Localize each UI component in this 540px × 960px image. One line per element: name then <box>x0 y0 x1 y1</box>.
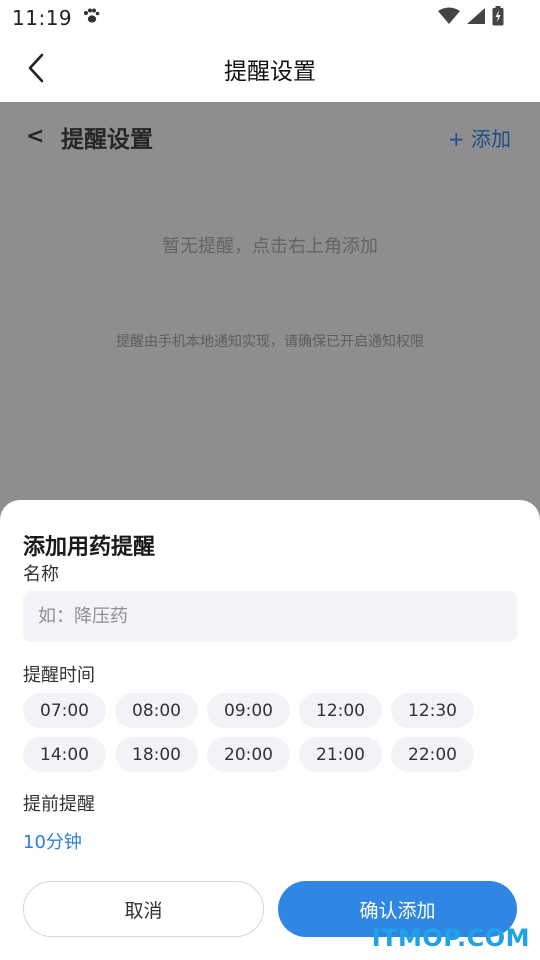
name-input[interactable] <box>23 591 517 642</box>
sheet-title: 添加用药提醒 <box>23 535 156 560</box>
time-chip[interactable]: 12:30 <box>391 693 474 728</box>
notification-notice: 提醒由手机本地通知实现，请确保已开启通知权限 <box>116 334 424 350</box>
time-chip[interactable]: 21:00 <box>299 737 382 772</box>
status-bar: 11:19 <box>0 0 540 36</box>
time-chip[interactable]: 22:00 <box>391 737 474 772</box>
advance-selector[interactable]: 10分钟 <box>23 828 82 854</box>
time-chip[interactable]: 09:00 <box>207 693 290 728</box>
time-chip[interactable]: 07:00 <box>23 693 106 728</box>
app-header: 提醒设置 <box>0 36 540 102</box>
status-left: 11:19 <box>12 6 100 30</box>
add-reminder-sheet: 添加用药提醒 名称 提醒时间 07:00 08:00 09:00 12:00 1… <box>0 500 540 960</box>
signal-icon <box>466 7 486 29</box>
time-chip[interactable]: 12:00 <box>299 693 382 728</box>
back-button[interactable] <box>18 50 54 86</box>
wifi-icon <box>438 7 460 29</box>
chevron-left-icon <box>28 53 44 83</box>
name-label: 名称 <box>23 564 59 585</box>
page-title: 提醒设置 <box>224 59 316 85</box>
paw-icon <box>82 8 100 28</box>
time-chip[interactable]: 08:00 <box>115 693 198 728</box>
background-back-button[interactable]: < <box>26 124 44 149</box>
background-title: 提醒设置 <box>61 127 153 153</box>
battery-charging-icon <box>492 6 504 30</box>
watermark: ITMOP.COM <box>371 924 530 952</box>
advance-label: 提前提醒 <box>23 794 95 815</box>
status-time: 11:19 <box>12 6 73 30</box>
status-right <box>438 6 504 30</box>
time-chip[interactable]: 14:00 <box>23 737 106 772</box>
time-chip[interactable]: 18:00 <box>115 737 198 772</box>
add-reminder-link[interactable]: + 添加 <box>448 123 511 152</box>
cancel-button[interactable]: 取消 <box>23 881 264 937</box>
time-options: 07:00 08:00 09:00 12:00 12:30 14:00 18:0… <box>23 693 517 772</box>
empty-state-text: 暂无提醒，点击右上角添加 <box>162 236 378 257</box>
time-chip[interactable]: 20:00 <box>207 737 290 772</box>
background-header: < 提醒设置 + 添加 <box>0 102 540 176</box>
time-label: 提醒时间 <box>23 665 95 686</box>
